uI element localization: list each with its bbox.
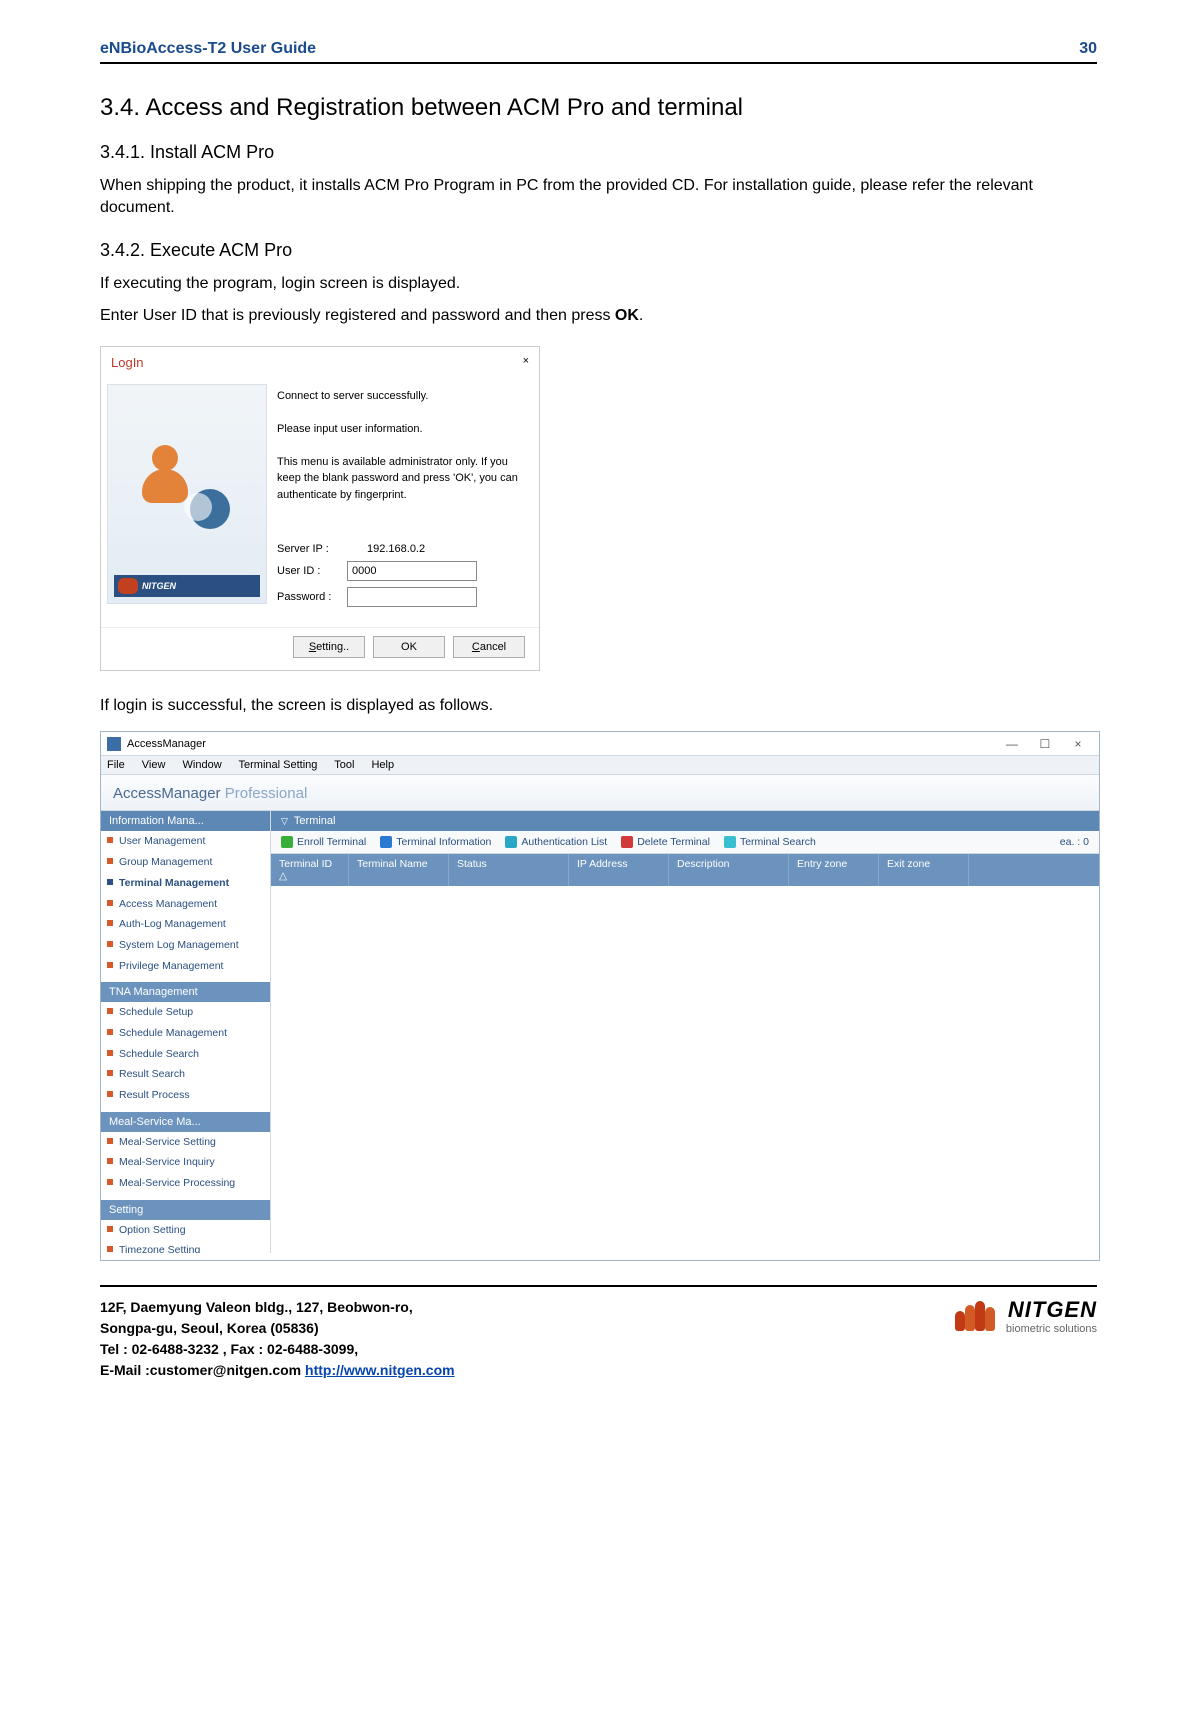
login-titlebar: LogIn × (101, 347, 539, 378)
fingerprint-icon (118, 578, 138, 594)
sidebar-section-tna[interactable]: TNA Management (101, 982, 270, 1002)
menu-terminal-setting[interactable]: Terminal Setting (239, 759, 318, 771)
close-icon[interactable]: × (1063, 735, 1093, 753)
delete-terminal-button[interactable]: Delete Terminal (621, 836, 710, 848)
terminal-count-label: ea. : 0 (1060, 836, 1089, 848)
col-terminal-id[interactable]: Terminal ID △ (271, 854, 349, 886)
col-terminal-name[interactable]: Terminal Name (349, 854, 449, 886)
login-dialog: LogIn × NITGEN Connect to server success… (100, 346, 540, 672)
plus-icon (281, 836, 293, 848)
accessmanager-window: AccessManager — ☐ × File View Window Ter… (100, 731, 1100, 1261)
info-icon (380, 836, 392, 848)
sidebar-item-user-management[interactable]: User Management (101, 831, 270, 852)
sidebar-item-timezone-setting[interactable]: Timezone Setting (101, 1240, 270, 1253)
section-3-4-1-body: When shipping the product, it installs A… (100, 175, 1097, 220)
list-icon (505, 836, 517, 848)
login-msg-connected: Connect to server successfully. (277, 388, 523, 405)
sidebar-item-privilege-management[interactable]: Privilege Management (101, 956, 270, 977)
sidebar-item-schedule-setup[interactable]: Schedule Setup (101, 1002, 270, 1023)
terminal-grid-body (271, 886, 1099, 1253)
app-icon (107, 737, 121, 751)
sidebar-item-systemlog-management[interactable]: System Log Management (101, 935, 270, 956)
user-id-input[interactable] (347, 561, 477, 581)
footer-logo: NITGEN biometric solutions (955, 1297, 1097, 1335)
login-msg-input: Please input user information. (277, 421, 523, 438)
content-panel-title: ▽ Terminal (271, 811, 1099, 831)
sidebar-item-authlog-management[interactable]: Auth-Log Management (101, 914, 270, 935)
menu-view[interactable]: View (142, 759, 166, 771)
col-status[interactable]: Status (449, 854, 569, 886)
terminal-search-button[interactable]: Terminal Search (724, 836, 816, 848)
am-menubar: File View Window Terminal Setting Tool H… (101, 756, 1099, 775)
menu-help[interactable]: Help (371, 759, 394, 771)
sidebar-item-terminal-management[interactable]: Terminal Management (101, 873, 270, 894)
sidebar-item-meal-processing[interactable]: Meal-Service Processing (101, 1173, 270, 1194)
logo-subtext: biometric solutions (1006, 1323, 1097, 1335)
section-3-4-heading: 3.4. Access and Registration between ACM… (100, 94, 1097, 122)
delete-icon (621, 836, 633, 848)
section-3-4-2-heading: 3.4.2. Execute ACM Pro (100, 240, 1097, 261)
login-msg-admin-note: This menu is available administrator onl… (277, 454, 523, 504)
sidebar-item-access-management[interactable]: Access Management (101, 894, 270, 915)
login-brand-image: NITGEN (107, 384, 267, 604)
footer-address-1: 12F, Daemyung Valeon bldg., 127, Beobwon… (100, 1297, 455, 1318)
sidebar-item-schedule-search[interactable]: Schedule Search (101, 1044, 270, 1065)
setting-button[interactable]: Setting.. (293, 636, 365, 658)
enroll-terminal-button[interactable]: Enroll Terminal (281, 836, 366, 848)
sidebar-item-meal-setting[interactable]: Meal-Service Setting (101, 1132, 270, 1153)
sidebar-section-information[interactable]: Information Mana... (101, 811, 270, 831)
am-brand-bar: AccessManager Professional (101, 775, 1099, 811)
footer-url-link[interactable]: http://www.nitgen.com (305, 1362, 455, 1378)
sidebar-item-meal-inquiry[interactable]: Meal-Service Inquiry (101, 1152, 270, 1173)
fingerprint-logo-icon (955, 1301, 995, 1331)
password-label: Password : (277, 591, 347, 603)
section-3-4-1-heading: 3.4.1. Install ACM Pro (100, 142, 1097, 163)
terminal-information-button[interactable]: Terminal Information (380, 836, 491, 848)
menu-file[interactable]: File (107, 759, 125, 771)
server-ip-value: 192.168.0.2 (367, 543, 425, 555)
password-input[interactable] (347, 587, 477, 607)
col-ip-address[interactable]: IP Address (569, 854, 669, 886)
search-icon (724, 836, 736, 848)
page-header: eNBioAccess-T2 User Guide 30 (100, 40, 1097, 64)
page-footer: 12F, Daemyung Valeon bldg., 127, Beobwon… (100, 1285, 1097, 1381)
header-title: eNBioAccess-T2 User Guide (100, 40, 316, 58)
authentication-list-button[interactable]: Authentication List (505, 836, 607, 848)
section-3-4-2-line2: Enter User ID that is previously registe… (100, 305, 1097, 327)
cancel-button[interactable]: Cancel (453, 636, 525, 658)
server-ip-label: Server IP : (277, 543, 347, 555)
footer-tel-fax: Tel : 02-6488-3232 , Fax : 02-6488-3099, (100, 1339, 455, 1360)
terminal-toolbar: Enroll Terminal Terminal Information Aut… (271, 831, 1099, 854)
menu-window[interactable]: Window (183, 759, 222, 771)
sidebar-section-meal[interactable]: Meal-Service Ma... (101, 1112, 270, 1132)
col-description[interactable]: Description (669, 854, 789, 886)
maximize-icon[interactable]: ☐ (1030, 735, 1060, 753)
menu-tool[interactable]: Tool (334, 759, 354, 771)
am-sidebar: Information Mana... User Management Grou… (101, 811, 271, 1253)
sidebar-section-setting[interactable]: Setting (101, 1200, 270, 1220)
logo-text: NITGEN (1006, 1297, 1097, 1323)
terminal-grid-header: Terminal ID △ Terminal Name Status IP Ad… (271, 854, 1099, 886)
sidebar-item-group-management[interactable]: Group Management (101, 852, 270, 873)
sidebar-item-schedule-management[interactable]: Schedule Management (101, 1023, 270, 1044)
minimize-icon[interactable]: — (997, 735, 1027, 753)
footer-address-2: Songpa-gu, Seoul, Korea (05836) (100, 1318, 455, 1339)
col-entry-zone[interactable]: Entry zone (789, 854, 879, 886)
sidebar-item-result-search[interactable]: Result Search (101, 1064, 270, 1085)
close-icon[interactable]: × (523, 355, 529, 370)
chevron-down-icon: ▽ (281, 816, 288, 827)
login-title: LogIn (111, 355, 144, 370)
sidebar-item-result-process[interactable]: Result Process (101, 1085, 270, 1106)
user-id-label: User ID : (277, 565, 347, 577)
ok-button[interactable]: OK (373, 636, 445, 658)
col-exit-zone[interactable]: Exit zone (879, 854, 969, 886)
am-window-title: AccessManager (107, 737, 206, 751)
page-number: 30 (1079, 40, 1097, 58)
after-login-text: If login is successful, the screen is di… (100, 695, 1097, 717)
footer-email-url: E-Mail :customer@nitgen.com http://www.n… (100, 1360, 455, 1381)
section-3-4-2-line1: If executing the program, login screen i… (100, 273, 1097, 295)
sidebar-item-option-setting[interactable]: Option Setting (101, 1220, 270, 1241)
